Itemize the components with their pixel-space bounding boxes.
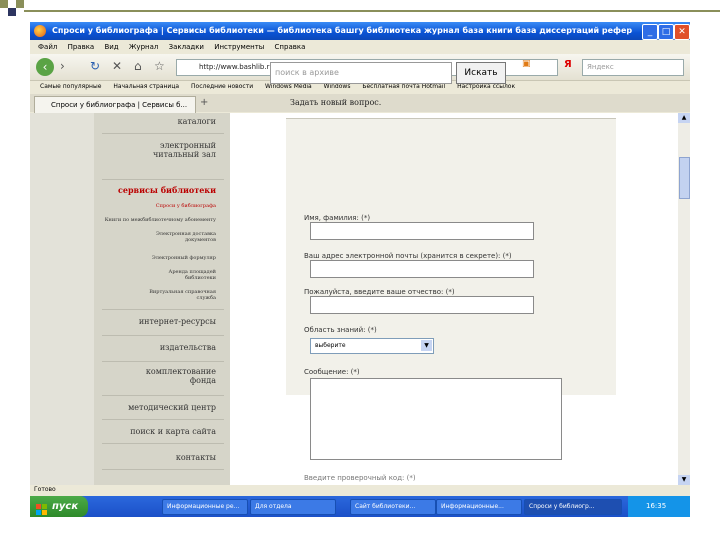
- sidebar-item-method-center[interactable]: методический центр: [128, 403, 216, 412]
- decor-square-olive: [0, 0, 8, 8]
- sidebar-item-publishing[interactable]: издательства: [160, 343, 216, 352]
- sidebar: каталоги электронный читальный зал серви…: [94, 113, 230, 485]
- back-arrow-icon[interactable]: ‹: [36, 58, 54, 76]
- reload-icon[interactable]: ↻: [90, 59, 100, 73]
- patronymic-label: Пожалуйста, введите ваше отчество: (*): [304, 288, 455, 296]
- name-field[interactable]: [310, 222, 534, 240]
- yandex-icon[interactable]: Я: [564, 59, 572, 70]
- menu-view[interactable]: Вид: [104, 43, 118, 51]
- message-textarea[interactable]: [310, 378, 562, 460]
- browser-window: Спроси у библиографа | Сервисы библиотек…: [30, 22, 690, 517]
- message-label: Сообщение: (*): [304, 368, 360, 376]
- decor-square-navy: [8, 8, 16, 16]
- sidebar-subitem-mba[interactable]: Книги по межбиблиотечному абонементу: [105, 217, 216, 223]
- bookmark-item[interactable]: Настройка ссылок: [457, 83, 515, 90]
- knowledge-area-select[interactable]: выберите ▼: [310, 338, 434, 354]
- scroll-thumb[interactable]: [679, 157, 690, 199]
- archive-search-input[interactable]: поиск в архиве: [270, 62, 452, 84]
- tab-current[interactable]: Спроси у библиографа | Сервисы б...: [34, 96, 196, 113]
- bookmark-item[interactable]: Самые популярные: [40, 83, 101, 90]
- sidebar-item-reading-room[interactable]: электронный читальный зал: [116, 141, 216, 159]
- email-label: Ваш адрес электронной почты (хранится в …: [304, 252, 512, 260]
- sidebar-item-catalogs[interactable]: каталоги: [178, 117, 216, 126]
- bookmark-item[interactable]: Начальная страница: [113, 83, 179, 90]
- divider: [102, 469, 224, 470]
- sidebar-item-acquisition[interactable]: комплектование фонда: [126, 367, 216, 385]
- patronymic-field[interactable]: [310, 296, 534, 314]
- taskbar-item[interactable]: Сайт библиотеки...: [350, 499, 436, 515]
- menu-edit[interactable]: Правка: [68, 43, 95, 51]
- scroll-down-icon[interactable]: ▼: [678, 475, 690, 485]
- form-title: Задать новый вопрос.: [290, 98, 382, 107]
- close-button[interactable]: ✕: [674, 24, 690, 40]
- divider: [102, 309, 224, 310]
- home-icon[interactable]: ⌂: [134, 59, 142, 73]
- window-title: Спроси у библиографа | Сервисы библиотек…: [52, 26, 632, 35]
- taskbar-item[interactable]: Для отдела: [250, 499, 336, 515]
- menu-file[interactable]: Файл: [38, 43, 57, 51]
- menu-bar: Файл Правка Вид Журнал Закладки Инструме…: [30, 40, 690, 54]
- menu-history[interactable]: Журнал: [129, 43, 158, 51]
- taskbar-item[interactable]: Информационные ре...: [162, 499, 248, 515]
- sidebar-item-contacts[interactable]: контакты: [176, 453, 216, 462]
- forward-arrow-icon[interactable]: ›: [60, 59, 65, 73]
- name-label: Имя, фамилия: (*): [304, 214, 371, 222]
- bookmark-item[interactable]: Windows Media: [265, 83, 312, 90]
- minimize-button[interactable]: _: [642, 24, 658, 40]
- taskbar: пуск Информационные ре... Для отдела Сай…: [30, 496, 690, 517]
- scroll-up-icon[interactable]: ▲: [678, 113, 690, 123]
- archive-search-button[interactable]: Искать: [456, 62, 506, 84]
- status-bar: Готово: [34, 486, 56, 493]
- sidebar-subitem-ask[interactable]: Спроси у библиографа: [156, 203, 216, 209]
- decor-square-olive-2: [16, 0, 24, 8]
- sidebar-subitem-rent[interactable]: Аренда площадей библиотеки: [136, 269, 216, 281]
- system-tray: 16:35: [628, 496, 690, 517]
- bookmark-star-icon[interactable]: ☆: [154, 59, 165, 73]
- sidebar-subitem-virtual[interactable]: Виртуальная справочная служба: [140, 289, 216, 301]
- maximize-button[interactable]: □: [658, 24, 674, 40]
- decor-bar: [24, 10, 720, 12]
- menu-bookmarks[interactable]: Закладки: [169, 43, 204, 51]
- chevron-down-icon: ▼: [421, 340, 432, 351]
- taskbar-item[interactable]: Информационные...: [436, 499, 522, 515]
- sidebar-item-services[interactable]: сервисы библиотеки: [118, 185, 216, 195]
- sidebar-item-search-map[interactable]: поиск и карта сайта: [130, 427, 216, 436]
- divider: [102, 179, 224, 180]
- captcha-label: Введите проверочный код: (*): [304, 474, 416, 482]
- divider: [102, 395, 224, 396]
- divider: [102, 335, 224, 336]
- taskbar-item-active[interactable]: Спроси у библиогр...: [524, 499, 622, 515]
- email-field[interactable]: [310, 260, 534, 278]
- rss-icon[interactable]: ▣: [522, 59, 531, 69]
- clock: 16:35: [646, 502, 667, 510]
- divider: [102, 361, 224, 362]
- sidebar-subitem-formular[interactable]: Электронный формуляр: [152, 255, 216, 261]
- bookmark-item[interactable]: Последние новости: [191, 83, 253, 90]
- windows-logo-icon: [36, 501, 48, 515]
- bookmark-item[interactable]: Бесплатная почта Hotmail: [362, 83, 445, 90]
- left-background: [30, 113, 94, 485]
- bookmark-item[interactable]: Windows: [324, 83, 351, 90]
- vertical-scrollbar[interactable]: ▲ ▼: [678, 113, 690, 485]
- sidebar-item-internet[interactable]: интернет-ресурсы: [139, 317, 216, 326]
- new-tab-button[interactable]: +: [200, 97, 208, 108]
- knowledge-area-label: Область знаний: (*): [304, 326, 377, 334]
- firefox-icon: [34, 25, 46, 37]
- divider: [102, 443, 224, 444]
- title-bar: Спроси у библиографа | Сервисы библиотек…: [30, 22, 690, 40]
- menu-tools[interactable]: Инструменты: [214, 43, 264, 51]
- menu-help[interactable]: Справка: [275, 43, 306, 51]
- stop-icon[interactable]: ✕: [112, 59, 122, 73]
- divider: [102, 133, 224, 134]
- divider: [102, 419, 224, 420]
- sidebar-subitem-delivery[interactable]: Электронная доставка документов: [136, 231, 216, 243]
- search-input[interactable]: Яндекс: [582, 59, 684, 76]
